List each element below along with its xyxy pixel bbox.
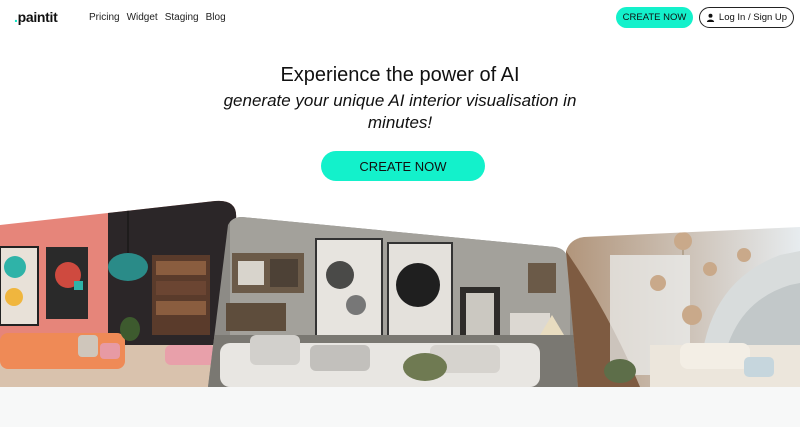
- hero-subtitle: generate your unique AI interior visuali…: [223, 91, 577, 132]
- logo[interactable]: .paintit: [14, 9, 58, 25]
- nav-link-pricing[interactable]: Pricing: [89, 12, 120, 23]
- page-bottom-section: [0, 387, 800, 427]
- coral-living-room-image: [0, 200, 237, 387]
- nav-create-now-button[interactable]: CREATE NOW: [616, 7, 693, 28]
- gray-gallery-wall-living-room-image: [208, 217, 580, 387]
- interior-gallery: [0, 200, 800, 387]
- login-signup-button[interactable]: Log In / Sign Up: [699, 7, 794, 28]
- nav-link-staging[interactable]: Staging: [165, 12, 199, 23]
- organic-arch-interior-image: [566, 227, 800, 387]
- top-navbar: .paintit Pricing Widget Staging Blog CRE…: [0, 0, 800, 36]
- hero-title: Experience the power of AI: [280, 64, 520, 86]
- user-icon: [706, 13, 715, 22]
- login-signup-label: Log In / Sign Up: [718, 12, 788, 23]
- hero-create-now-button[interactable]: CREATE NOW: [321, 151, 485, 181]
- nav-link-widget[interactable]: Widget: [127, 12, 158, 23]
- nav-link-blog[interactable]: Blog: [206, 12, 226, 23]
- nav-links: Pricing Widget Staging Blog: [89, 12, 226, 23]
